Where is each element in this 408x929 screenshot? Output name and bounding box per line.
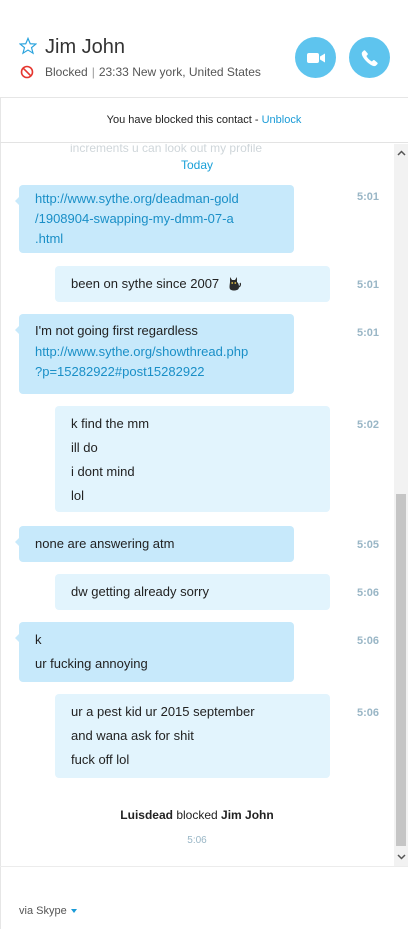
message-list: increments u can look out my profile Tod… — [0, 144, 394, 866]
message-timestamp: 5:01 — [357, 279, 380, 291]
message-timestamp: 5:05 — [357, 539, 380, 551]
system-event-target: Jim John — [221, 808, 274, 822]
black-cat-emoji — [229, 277, 241, 291]
message-bubble-outgoing[interactable]: dw getting already sorry — [55, 574, 330, 610]
phone-icon — [361, 49, 378, 66]
message-bubble-incoming[interactable]: k ur fucking annoying — [15, 622, 294, 682]
message-text: none are answering atm — [35, 536, 175, 551]
scroll-up-button[interactable] — [394, 146, 408, 160]
message-bubble-incoming[interactable]: I'm not going first regardless http://ww… — [15, 314, 294, 394]
message-link[interactable]: /1908904-swapping-my-dmm-07-a — [35, 209, 278, 229]
scrollbar-thumb[interactable] — [396, 494, 406, 846]
conversation-header: Jim John Blocked | 23:33 New york, United … — [0, 0, 408, 98]
system-event-actor: Luisdead — [120, 808, 173, 822]
message-bubble-outgoing[interactable]: been on sythe since 2007 — [55, 266, 330, 302]
message-bubble-incoming[interactable]: http://www.sythe.org/deadman-gold /19089… — [15, 185, 294, 253]
system-event-timestamp: 5:06 — [187, 835, 207, 846]
status-blocked: Blocked — [45, 65, 88, 79]
contact-status: Blocked | 23:33 New york, United States — [45, 65, 261, 79]
message-text: k — [35, 632, 42, 647]
message-list-scrollbar[interactable] — [394, 144, 408, 866]
message-text: dw getting already sorry — [71, 584, 210, 599]
message-bubble-outgoing[interactable]: ur a pest kid ur 2015 september and wana… — [55, 694, 330, 778]
message-text: ur fucking annoying — [35, 656, 148, 671]
star-icon[interactable] — [19, 37, 37, 55]
message-text: I'm not going first regardless — [35, 323, 198, 338]
message-link[interactable]: http://www.sythe.org/showthread.php — [35, 342, 278, 362]
message-text: k find the mm — [71, 416, 150, 431]
message-text: fuck off lol — [71, 752, 130, 767]
message-bubble-incoming[interactable]: none are answering atm — [15, 526, 294, 562]
scroll-down-button[interactable] — [394, 850, 408, 864]
message-text: ur a pest kid ur 2015 september — [71, 704, 255, 719]
chevron-down-icon — [396, 854, 406, 860]
message-text: and wana ask for shit — [71, 728, 194, 743]
system-event-message: Luisdead blocked Jim John — [0, 808, 394, 822]
via-skype-selector[interactable]: via Skype — [19, 905, 77, 917]
message-bubble-outgoing[interactable]: k find the mm ill do i dont mind lol — [55, 406, 330, 512]
blocked-icon — [20, 65, 34, 79]
video-call-icon — [306, 52, 325, 63]
message-link[interactable]: .html — [35, 229, 278, 249]
dropdown-caret-icon — [70, 909, 77, 914]
status-separator: | — [91, 65, 95, 79]
message-timestamp: 5:06 — [357, 635, 380, 647]
video-call-button[interactable] — [295, 37, 336, 78]
audio-call-button[interactable] — [349, 37, 390, 78]
message-text: been on sythe since 2007 — [71, 276, 220, 291]
message-text: lol — [71, 488, 85, 503]
message-timestamp: 5:06 — [357, 587, 380, 599]
message-link[interactable]: http://www.sythe.org/deadman-gold — [35, 189, 278, 209]
day-separator: Today — [180, 158, 214, 172]
message-timestamp: 5:01 — [357, 191, 380, 203]
blocked-notice-text: You have blocked this contact - — [106, 114, 262, 126]
compose-footer: via Skype — [0, 866, 408, 929]
message-timestamp: 5:06 — [357, 707, 380, 719]
message-timestamp: 5:01 — [357, 327, 380, 339]
message-text: ill do — [71, 440, 98, 455]
blocked-notice: You have blocked this contact - Unblock — [0, 98, 408, 143]
message-timestamp: 5:02 — [357, 419, 380, 431]
system-event-verb: blocked — [172, 808, 222, 822]
contact-name[interactable]: Jim John — [45, 36, 125, 59]
message-text: i dont mind — [71, 464, 135, 479]
chevron-up-icon — [396, 150, 406, 156]
faded-previous-message: increments u can look out my profile — [70, 144, 263, 155]
unblock-link[interactable]: Unblock — [262, 114, 302, 126]
status-time-location: 23:33 New york, United States — [98, 65, 261, 79]
message-link[interactable]: ?p=15282922#post15282922 — [35, 362, 278, 382]
via-skype-label: via Skype — [19, 905, 67, 917]
